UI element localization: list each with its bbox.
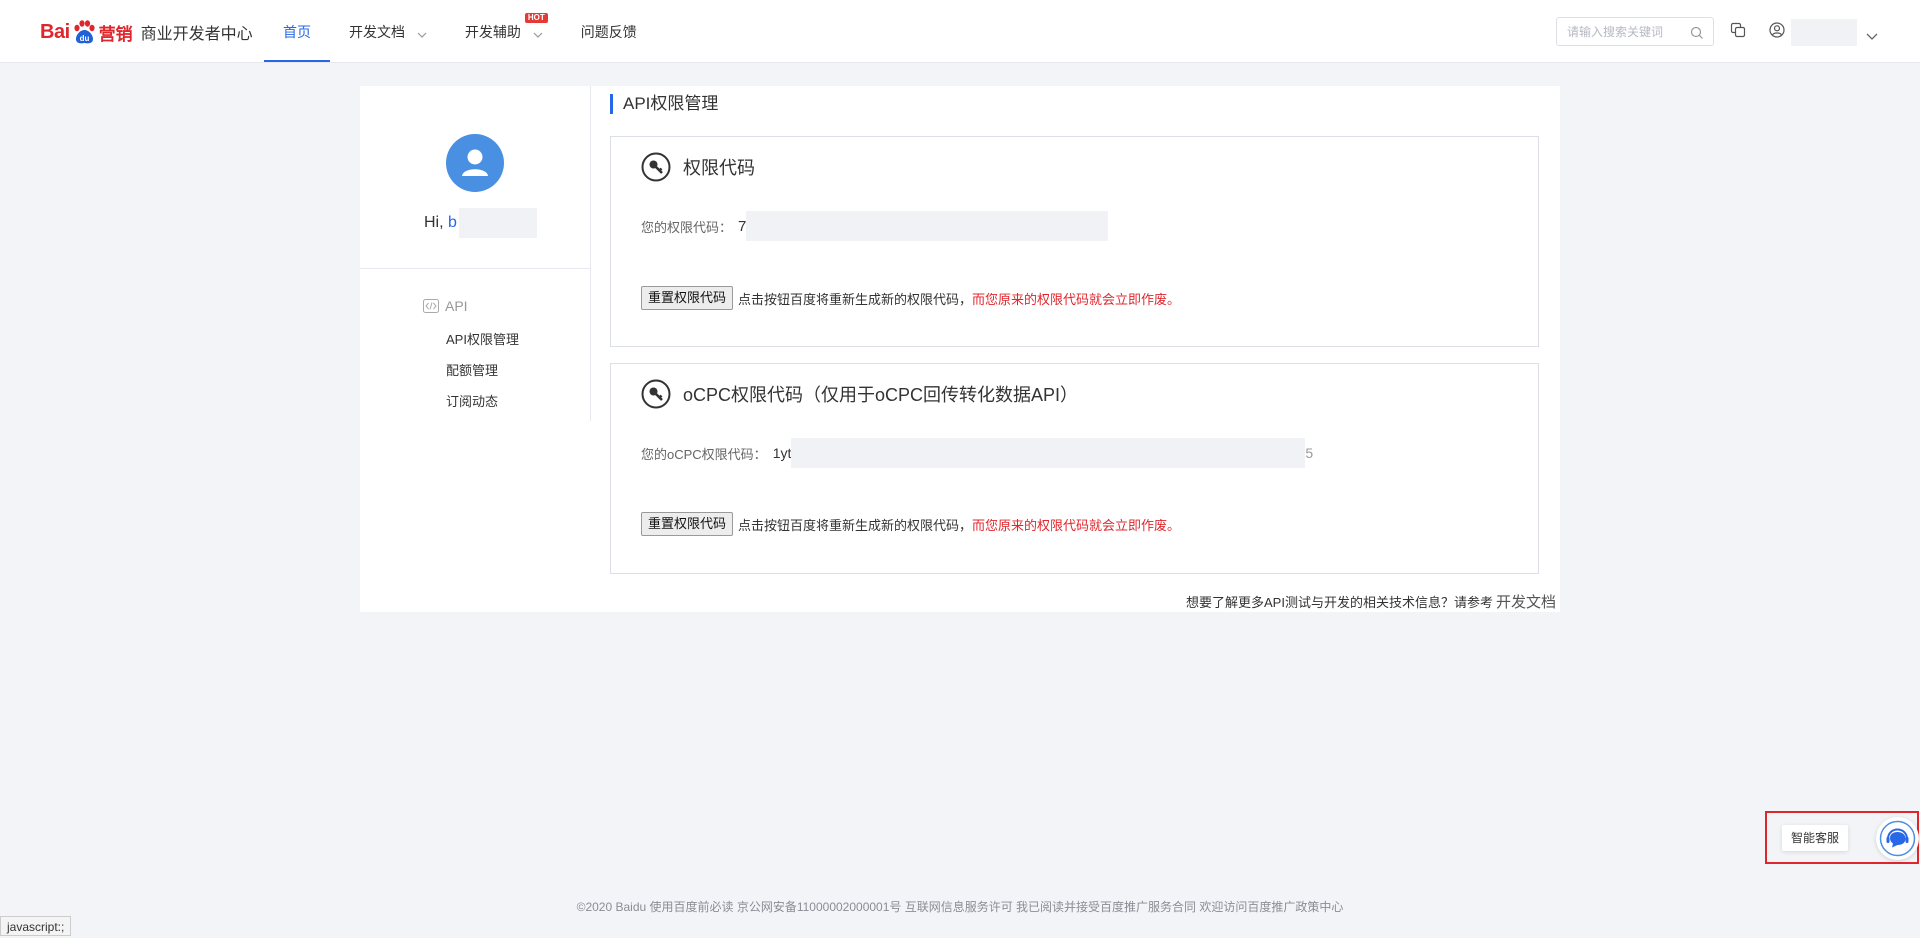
ocpc-code-row: 您的oCPC权限代码： 1yt 5	[641, 438, 1313, 468]
dev-docs-link[interactable]: 开发文档	[1496, 591, 1556, 612]
sidebar: Hi, b API API权限管理 配额管理 订阅动态	[360, 86, 591, 421]
code-mask	[791, 438, 1306, 468]
search-icon[interactable]	[1690, 25, 1704, 44]
key-icon	[641, 379, 671, 409]
copy-icon[interactable]	[1730, 22, 1746, 42]
paw-logo-icon: du	[71, 19, 97, 45]
main-nav: 首页 开发文档 开发辅助 HOT 问题反馈	[264, 0, 656, 62]
baidu-marketing-logo[interactable]: Bai du 营销 商业开发者中心	[40, 17, 253, 47]
card-title: oCPC权限代码（仅用于oCPC回传转化数据API）	[683, 385, 1079, 405]
card-header: oCPC权限代码（仅用于oCPC回传转化数据API）	[641, 379, 1078, 409]
logo-brand-text: Bai	[40, 20, 70, 43]
reset-note: 点击按钮百度将重新生成新的权限代码，	[738, 291, 973, 307]
nav-feedback[interactable]: 问题反馈	[562, 0, 656, 62]
sidebar-divider	[360, 268, 590, 269]
key-icon	[641, 152, 671, 182]
reset-warning: 而您原来的权限代码就会立即作废。	[972, 291, 1181, 307]
top-header: Bai du 营销 商业开发者中心 首页 开发文档 开发辅助 HOT 问题反馈 …	[0, 0, 1920, 63]
sidebar-item-quota[interactable]: 配额管理	[446, 360, 498, 379]
footer: ©2020 Baidu 使用百度前必读 京公网安备11000002000001号…	[576, 900, 1344, 914]
reset-code-button[interactable]: 重置权限代码	[641, 286, 734, 310]
search-input[interactable]	[1557, 18, 1687, 45]
sidebar-group-label: API	[445, 298, 468, 314]
permission-code-card: 权限代码 您的权限代码： 7 重置权限代码 点击按钮百度将重新生成新的权限代码，…	[610, 136, 1539, 347]
code-value: 7	[738, 217, 747, 235]
reset-row: 重置权限代码 点击按钮百度将重新生成新的权限代码， 而您原来的权限代码就会立即作…	[641, 286, 1180, 310]
reset-ocpc-code-button[interactable]: 重置权限代码	[641, 512, 734, 536]
nav-home-label: 首页	[283, 24, 311, 40]
nav-dev-docs-label: 开发文档	[349, 24, 405, 40]
nav-feedback-label: 问题反馈	[580, 24, 637, 40]
chat-bubble-icon	[1879, 820, 1916, 857]
nav-dev-docs[interactable]: 开发文档	[330, 0, 446, 62]
sidebar-item-subscriptions[interactable]: 订阅动态	[446, 391, 498, 410]
page-title: API权限管理	[610, 94, 718, 114]
hot-badge: HOT	[524, 13, 548, 23]
smart-service-button[interactable]	[1876, 817, 1919, 860]
code-icon	[423, 299, 439, 313]
card-header: 权限代码	[641, 152, 755, 182]
username-mask	[458, 208, 537, 238]
nav-dev-tools-label: 开发辅助	[464, 24, 521, 40]
code-label: 您的oCPC权限代码：	[641, 446, 767, 462]
chevron-down-icon[interactable]	[1866, 26, 1878, 45]
more-info: 想要了解更多API测试与开发的相关技术信息？请参考 开发文档	[1186, 591, 1556, 612]
browser-status-bar: javascript:;	[0, 916, 72, 936]
code-mask	[746, 211, 1109, 241]
sidebar-group-api: API	[423, 298, 468, 314]
smart-service-label[interactable]: 智能客服	[1782, 825, 1849, 851]
reset-warning: 而您原来的权限代码就会立即作废。	[972, 517, 1181, 533]
username-masked[interactable]	[1791, 19, 1857, 46]
permission-code-row: 您的权限代码： 7	[641, 211, 1109, 241]
chevron-down-icon	[417, 1, 427, 65]
greeting-username: b	[448, 214, 457, 231]
reset-note: 点击按钮百度将重新生成新的权限代码，	[738, 517, 973, 533]
ocpc-code-card: oCPC权限代码（仅用于oCPC回传转化数据API） 您的oCPC权限代码： 1…	[610, 363, 1539, 574]
smart-service-widget: 智能客服	[1765, 811, 1919, 864]
sidebar-item-api-permissions[interactable]: API权限管理	[446, 329, 519, 348]
reset-row: 重置权限代码 点击按钮百度将重新生成新的权限代码， 而您原来的权限代码就会立即作…	[641, 512, 1180, 536]
code-value-end: 5	[1305, 445, 1314, 461]
logo-marketing-text: 营销	[98, 24, 133, 44]
greeting: Hi, b	[424, 208, 537, 238]
search-box	[1556, 17, 1714, 46]
greeting-text: Hi,	[424, 214, 444, 231]
avatar	[446, 134, 504, 192]
more-info-text: 想要了解更多API测试与开发的相关技术信息？请参考	[1186, 595, 1493, 610]
logo-subtitle: 商业开发者中心	[140, 26, 253, 43]
user-icon[interactable]	[1769, 22, 1785, 42]
chevron-down-icon	[533, 1, 543, 65]
code-value: 1yt	[772, 445, 792, 461]
svg-text:du: du	[79, 34, 89, 43]
nav-dev-tools[interactable]: 开发辅助 HOT	[446, 0, 562, 62]
card-title: 权限代码	[683, 158, 755, 178]
code-label: 您的权限代码：	[641, 219, 733, 235]
nav-home[interactable]: 首页	[264, 0, 330, 62]
main-panel: Hi, b API API权限管理 配额管理 订阅动态 API权限管理 权限代码…	[360, 86, 1560, 612]
